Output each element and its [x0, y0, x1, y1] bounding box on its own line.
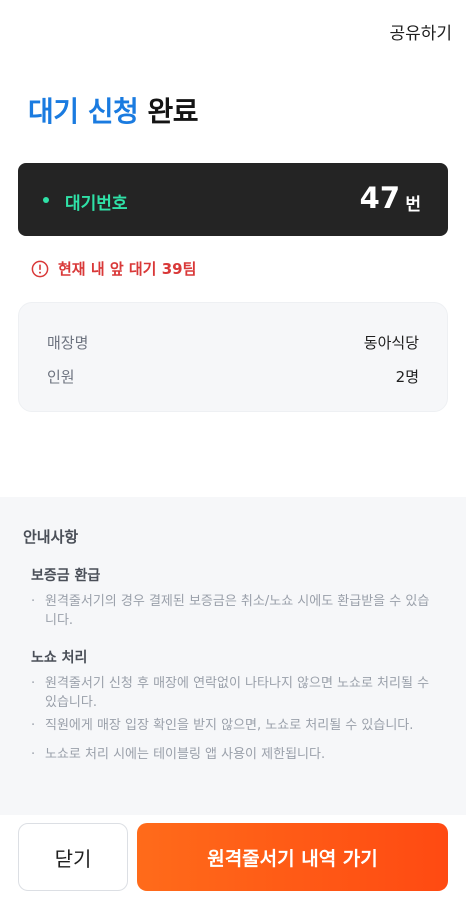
bullet-mark: ·	[31, 718, 36, 733]
close-button[interactable]: 닫기	[18, 823, 128, 891]
bullet-mark: ·	[31, 594, 36, 609]
guide-bullet: · 직원에게 매장 입장 확인을 받지 않으면, 노쇼로 처리될 수 있습니다.	[31, 716, 441, 735]
info-circle-icon	[31, 260, 49, 277]
page-title-accent: 대기 신청	[28, 95, 139, 128]
bullet-mark: ·	[31, 676, 36, 691]
guide-bullet-text: 직원에게 매장 입장 확인을 받지 않으면, 노쇼로 처리될 수 있습니다.	[45, 718, 414, 733]
queue-notice: 현재 내 앞 대기 39팀	[31, 258, 196, 279]
guide-bullet: · 노쇼로 처리 시에는 테이블링 앱 사용이 제한됩니다.	[31, 745, 441, 764]
store-name-row: 매장명 동아식당	[47, 332, 419, 353]
party-size-row: 인원 2명	[47, 366, 419, 387]
remote-queue-history-button[interactable]: 원격줄서기 내역 가기	[137, 823, 448, 891]
guide-section-title: 보증금 환급	[31, 568, 101, 584]
guide-bullet-text: 원격줄서기 신청 후 매장에 연락없이 나타나지 않으면 노쇼로 처리될 수 있…	[45, 676, 430, 710]
page-title: 대기 신청 완료	[28, 90, 199, 130]
party-size-label: 인원	[47, 368, 75, 386]
bullet-dot-icon	[43, 197, 49, 203]
waiting-number-label: 대기번호	[65, 194, 128, 214]
queue-notice-text: 현재 내 앞 대기 39팀	[58, 260, 197, 278]
store-name-label: 매장명	[47, 334, 89, 352]
share-button[interactable]: 공유하기	[389, 19, 452, 44]
guide-bullet: · 원격줄서기의 경우 결제된 보증금은 취소/노쇼 시에도 환급받을 수 있습…	[31, 592, 441, 630]
party-size-value: 2명	[395, 368, 419, 386]
page-title-rest: 완료	[147, 95, 199, 128]
store-info-card: 매장명 동아식당 인원 2명	[18, 302, 448, 412]
guide-bullet-text: 노쇼로 처리 시에는 테이블링 앱 사용이 제한됩니다.	[45, 747, 326, 762]
guide-title: 안내사항	[23, 528, 79, 546]
waiting-number-unit: 번	[405, 195, 421, 215]
guide-section: 안내사항 보증금 환급 · 원격줄서기의 경우 결제된 보증금은 취소/노쇼 시…	[0, 497, 466, 815]
guide-bullet: · 원격줄서기 신청 후 매장에 연락없이 나타나지 않으면 노쇼로 처리될 수…	[31, 674, 441, 712]
waiting-number-card: 대기번호 47 번	[18, 163, 448, 236]
guide-bullet-text: 원격줄서기의 경우 결제된 보증금은 취소/노쇼 시에도 환급받을 수 있습니다…	[45, 594, 430, 628]
store-name-value: 동아식당	[363, 334, 419, 352]
guide-section-title: 노쇼 처리	[31, 650, 88, 666]
waiting-number-value: 47	[359, 181, 400, 215]
bullet-mark: ·	[31, 747, 36, 762]
